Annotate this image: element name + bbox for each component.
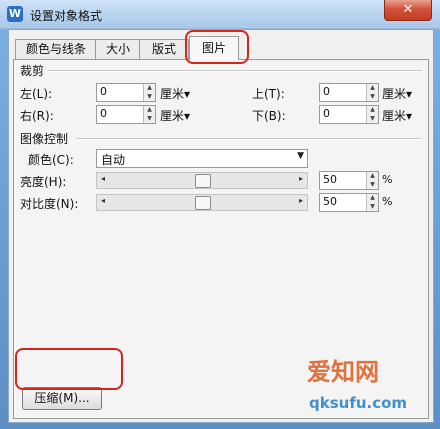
spin-up-icon[interactable]: ▲ — [367, 172, 378, 180]
crop-right-arrows[interactable]: ▲ ▼ — [143, 106, 155, 123]
watermark-title: 爱知网 — [307, 358, 379, 386]
spin-down-icon[interactable]: ▼ — [144, 115, 155, 123]
dialog-window: W 设置对象格式 ✕ 颜色与线条 大小 版式 图片 裁剪 左(L): 0 ▲ ▼ … — [0, 0, 440, 429]
tab-layout[interactable]: 版式 — [139, 39, 189, 59]
dialog-body: 颜色与线条 大小 版式 图片 裁剪 左(L): 0 ▲ ▼ 厘米▾ 上(T): 0… — [8, 29, 434, 423]
crop-left-spinner[interactable]: 0 ▲ ▼ — [96, 83, 156, 102]
contrast-spinner[interactable]: 50 ▲ ▼ — [319, 193, 379, 212]
spin-down-icon[interactable]: ▼ — [367, 181, 378, 189]
crop-section-title: 裁剪 — [20, 64, 45, 78]
brightness-slider-thumb[interactable] — [195, 174, 211, 188]
wps-app-icon: W — [7, 6, 23, 22]
contrast-value[interactable]: 50 — [323, 195, 337, 208]
tab-colors-lines[interactable]: 颜色与线条 — [15, 39, 97, 59]
spin-down-icon[interactable]: ▼ — [367, 115, 378, 123]
spin-up-icon[interactable]: ▲ — [144, 84, 155, 92]
color-label: 颜色(C): — [28, 153, 74, 167]
brightness-arrows[interactable]: ▲ ▼ — [366, 172, 378, 189]
crop-top-arrows[interactable]: ▲ ▼ — [366, 84, 378, 101]
watermark-url: qksufu.com — [309, 394, 408, 412]
contrast-unit: % — [382, 195, 393, 208]
image-control-divider — [76, 138, 422, 140]
crop-bottom-label: 下(B): — [252, 109, 286, 123]
crop-top-spinner[interactable]: 0 ▲ ▼ — [319, 83, 379, 102]
crop-right-spinner[interactable]: 0 ▲ ▼ — [96, 105, 156, 124]
slider-right-icon[interactable]: ▸ — [299, 174, 303, 183]
spin-down-icon[interactable]: ▼ — [144, 93, 155, 101]
crop-divider — [48, 70, 422, 72]
image-control-section-title: 图像控制 — [20, 132, 69, 146]
close-button[interactable]: ✕ — [384, 0, 432, 21]
spin-down-icon[interactable]: ▼ — [367, 203, 378, 211]
crop-bottom-unit[interactable]: 厘米▾ — [382, 107, 412, 124]
slider-right-icon[interactable]: ▸ — [299, 196, 303, 205]
crop-bottom-arrows[interactable]: ▲ ▼ — [366, 106, 378, 123]
crop-right-value[interactable]: 0 — [100, 107, 107, 120]
window-title: 设置对象格式 — [30, 9, 103, 23]
title-bar[interactable]: W 设置对象格式 ✕ — [0, 0, 440, 29]
chevron-down-icon[interactable]: ▼ — [297, 151, 304, 161]
crop-top-unit[interactable]: 厘米▾ — [382, 85, 412, 102]
spin-up-icon[interactable]: ▲ — [367, 194, 378, 202]
slider-left-icon[interactable]: ◂ — [101, 196, 105, 205]
contrast-slider-thumb[interactable] — [195, 196, 211, 210]
crop-bottom-spinner[interactable]: 0 ▲ ▼ — [319, 105, 379, 124]
compress-button[interactable]: 压缩(M)... — [22, 387, 102, 410]
contrast-label: 对比度(N): — [20, 197, 79, 211]
spin-up-icon[interactable]: ▲ — [367, 84, 378, 92]
crop-bottom-value[interactable]: 0 — [323, 107, 330, 120]
crop-left-unit[interactable]: 厘米▾ — [160, 85, 190, 102]
contrast-slider[interactable]: ◂ ▸ — [96, 194, 308, 211]
crop-left-label: 左(L): — [20, 87, 53, 101]
color-select[interactable]: 自动 ▼ — [96, 149, 308, 168]
crop-left-arrows[interactable]: ▲ ▼ — [143, 84, 155, 101]
spin-down-icon[interactable]: ▼ — [367, 93, 378, 101]
crop-top-value[interactable]: 0 — [323, 85, 330, 98]
tab-size[interactable]: 大小 — [95, 39, 141, 59]
crop-right-unit[interactable]: 厘米▾ — [160, 107, 190, 124]
brightness-value[interactable]: 50 — [323, 173, 337, 186]
color-select-value: 自动 — [101, 153, 126, 167]
spin-up-icon[interactable]: ▲ — [367, 106, 378, 114]
brightness-spinner[interactable]: 50 ▲ ▼ — [319, 171, 379, 190]
brightness-unit: % — [382, 173, 393, 186]
brightness-slider[interactable]: ◂ ▸ — [96, 172, 308, 189]
crop-left-value[interactable]: 0 — [100, 85, 107, 98]
slider-left-icon[interactable]: ◂ — [101, 174, 105, 183]
crop-right-label: 右(R): — [20, 109, 54, 123]
brightness-label: 亮度(H): — [20, 175, 67, 189]
crop-top-label: 上(T): — [252, 87, 285, 101]
tab-picture[interactable]: 图片 — [189, 36, 239, 60]
contrast-arrows[interactable]: ▲ ▼ — [366, 194, 378, 211]
spin-up-icon[interactable]: ▲ — [144, 106, 155, 114]
